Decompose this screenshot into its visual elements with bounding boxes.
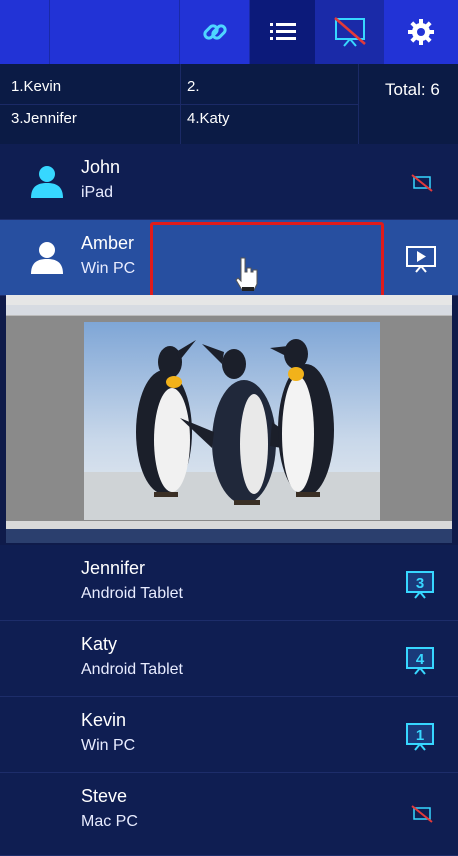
presentation-queue: 1.Kevin 2. 3.Jennifer 4.Katy Total: 6 bbox=[0, 64, 458, 144]
queue-3-icon[interactable]: 3 bbox=[404, 569, 436, 601]
user-row-katy[interactable]: Katy Android Tablet 4 bbox=[0, 621, 458, 697]
divider bbox=[0, 104, 358, 105]
user-row-steve[interactable]: Steve Mac PC bbox=[0, 773, 458, 856]
queue-number: 4 bbox=[416, 651, 425, 668]
link-icon bbox=[202, 24, 227, 40]
preview-statusbar bbox=[6, 521, 452, 529]
highlight-box bbox=[150, 222, 384, 302]
user-name: John bbox=[81, 157, 121, 177]
total-count: Total: 6 bbox=[385, 80, 440, 99]
queue-number: 3 bbox=[416, 575, 424, 592]
user-device: Mac PC bbox=[81, 813, 138, 830]
queue-4-icon[interactable]: 4 bbox=[404, 645, 436, 677]
toolbar-blank-cell bbox=[0, 0, 50, 64]
screen-off-icon[interactable] bbox=[410, 172, 438, 198]
user-row-kevin[interactable]: Kevin Win PC 1 bbox=[0, 697, 458, 773]
user-device: iPad bbox=[81, 184, 114, 201]
queue-slot-1[interactable]: 1.Kevin bbox=[11, 78, 61, 95]
user-device: Android Tablet bbox=[81, 661, 183, 678]
queue-number: 1 bbox=[416, 727, 424, 744]
queue-slot-4[interactable]: 4.Katy bbox=[187, 110, 230, 127]
user-name: Amber bbox=[81, 233, 135, 253]
user-row-jennifer[interactable]: Jennifer Android Tablet 3 bbox=[0, 545, 458, 621]
user-icon bbox=[31, 166, 63, 198]
link-button[interactable] bbox=[180, 0, 250, 64]
user-name: Jennifer bbox=[81, 558, 146, 578]
user-name: Steve bbox=[81, 786, 128, 806]
queue-slot-2[interactable]: 2. bbox=[187, 78, 200, 95]
present-icon[interactable] bbox=[404, 244, 438, 274]
user-device: Win PC bbox=[81, 260, 136, 277]
preview-menubar bbox=[6, 295, 452, 305]
hand-cursor-icon bbox=[235, 257, 258, 291]
settings-button[interactable] bbox=[384, 0, 458, 64]
toolbar-blank-cell bbox=[50, 0, 180, 64]
screen-off-icon[interactable] bbox=[410, 803, 438, 829]
user-device: Win PC bbox=[81, 737, 136, 754]
user-device: Android Tablet bbox=[81, 585, 183, 602]
queue-slot-3[interactable]: 3.Jennifer bbox=[11, 110, 77, 127]
preview-toolbar bbox=[6, 305, 452, 316]
gear-icon bbox=[408, 19, 434, 45]
list-view-button[interactable] bbox=[250, 0, 316, 64]
list-icon bbox=[269, 23, 296, 40]
preview-taskbar bbox=[6, 529, 452, 543]
user-icon bbox=[31, 242, 63, 274]
top-toolbar bbox=[0, 0, 458, 64]
screen-off-icon bbox=[333, 17, 366, 47]
divider bbox=[358, 64, 359, 144]
screen-preview[interactable] bbox=[6, 295, 452, 543]
penguins-image bbox=[84, 322, 380, 520]
user-name: Katy bbox=[81, 634, 118, 654]
queue-1-icon[interactable]: 1 bbox=[404, 721, 436, 753]
screen-off-button[interactable] bbox=[316, 0, 384, 64]
user-row-john[interactable]: John iPad bbox=[0, 144, 458, 220]
user-name: Kevin bbox=[81, 710, 127, 730]
